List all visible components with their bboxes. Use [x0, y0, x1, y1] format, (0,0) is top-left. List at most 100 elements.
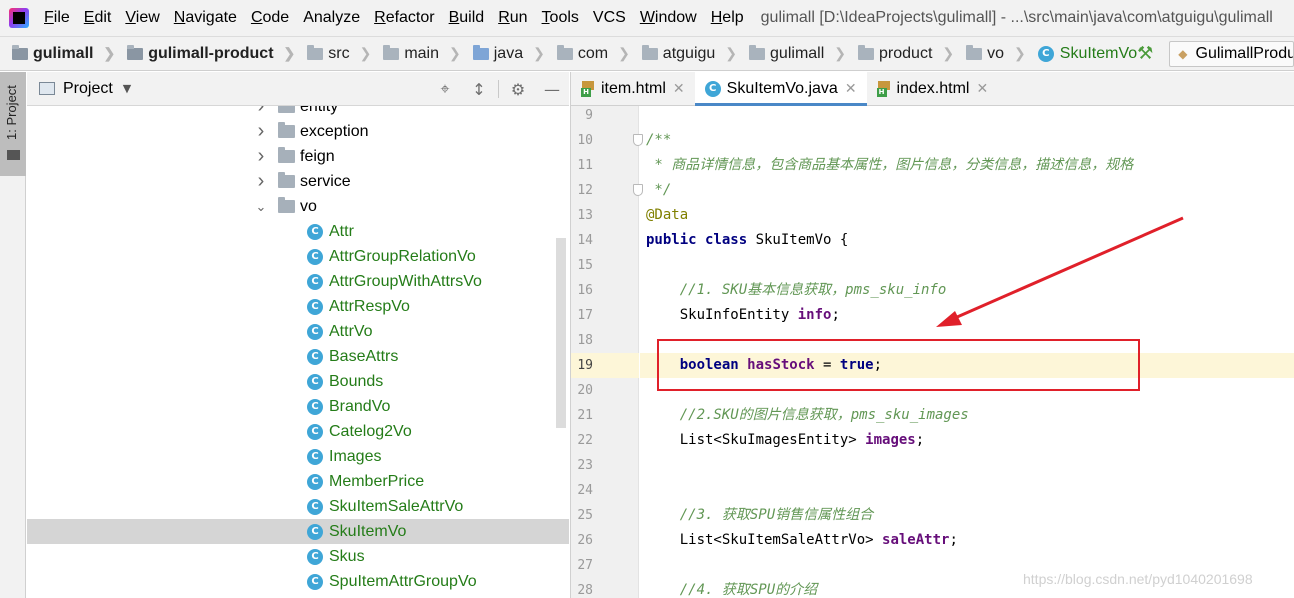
code-token: ;	[949, 532, 958, 548]
code-token: info	[797, 307, 832, 323]
close-icon[interactable]: ✕	[845, 80, 857, 97]
tree-item-label: BaseAttrs	[329, 347, 399, 365]
breadcrumb-item[interactable]: src ❯	[295, 44, 371, 63]
tree-class-item[interactable]: C Skus	[27, 544, 569, 569]
chevron-right-icon[interactable]: ›	[254, 170, 268, 193]
line-number: 16	[577, 283, 593, 298]
code-token: *	[646, 157, 672, 173]
chevron-right-icon[interactable]: ›	[254, 106, 268, 118]
folder-icon	[858, 44, 875, 60]
breadcrumb-item[interactable]: main ❯	[371, 44, 461, 63]
tree-class-item[interactable]: C AttrRespVo	[27, 294, 569, 319]
menu-item[interactable]: Edit	[77, 9, 119, 27]
folder-icon	[966, 44, 983, 60]
tree-class-item[interactable]: C BrandVo	[27, 394, 569, 419]
package-folder-icon	[278, 172, 295, 188]
menu-item[interactable]: Tools	[535, 9, 586, 27]
breadcrumb-item[interactable]: vo ❯	[954, 44, 1026, 63]
tree-folder-item[interactable]: › service	[27, 169, 569, 194]
menu-item[interactable]: Refactor	[367, 9, 441, 27]
breadcrumb-item[interactable]: gulimall ❯	[0, 44, 115, 63]
folder-icon	[749, 44, 766, 60]
menu-item[interactable]: Analyze	[296, 9, 367, 27]
editor-tab[interactable]: C SkuItemVo.java ✕	[694, 72, 867, 106]
tree-folder-item[interactable]: › exception	[27, 119, 569, 144]
code-token: ;	[831, 307, 840, 323]
package-folder-icon	[278, 122, 295, 138]
tree-class-item[interactable]: C BaseAttrs	[27, 344, 569, 369]
hide-panel-icon[interactable]: —	[535, 80, 569, 99]
editor-tab[interactable]: index.html ✕	[867, 72, 999, 105]
tree-scrollbar[interactable]	[556, 238, 566, 428]
chevron-down-icon[interactable]: ⌄	[254, 199, 268, 215]
chevron-right-icon[interactable]: ›	[254, 145, 268, 168]
run-configuration-selector[interactable]: ◆ GulimallProductApplication	[1169, 40, 1294, 67]
tree-class-item[interactable]: C Catelog2Vo	[27, 419, 569, 444]
chevron-right-icon[interactable]: ›	[254, 120, 268, 143]
tree-folder-item[interactable]: › feign	[27, 144, 569, 169]
code-token: @Data	[646, 207, 689, 223]
line-number-gutter: 9 10 11 12 13 14 15 16 17 18 19 20 21 22 23 24 25 26 27 28	[571, 106, 643, 598]
gear-icon[interactable]: ⚙	[501, 80, 535, 99]
menu-item[interactable]: Run	[491, 9, 534, 27]
code-line: //1. SKU基本信息获取，pms_sku_info	[646, 278, 947, 303]
line-number: 23	[577, 458, 593, 473]
breadcrumb-item[interactable]: com ❯	[545, 44, 630, 63]
left-tool-stripe: 1: Project	[0, 72, 26, 598]
tree-folder-item[interactable]: › entity	[27, 106, 569, 119]
project-tool-window-button[interactable]: 1: Project	[0, 72, 26, 176]
breadcrumb-item[interactable]: gulimall ❯	[737, 44, 846, 63]
tab-label: SkuItemVo.java	[726, 79, 838, 97]
breadcrumb-item[interactable]: C SkuItemVo	[1026, 45, 1137, 63]
tree-class-item[interactable]: C SpuItemAttrGroupVo	[27, 569, 569, 594]
close-icon[interactable]: ✕	[673, 80, 685, 97]
class-icon: C	[307, 498, 323, 515]
breadcrumb-item[interactable]: java ❯	[461, 44, 545, 63]
tree-class-item[interactable]: C AttrVo	[27, 319, 569, 344]
breadcrumb-label: src	[328, 44, 350, 62]
tree-class-item[interactable]: C SkuItemVo	[27, 519, 569, 544]
menu-item[interactable]: View	[118, 9, 166, 27]
editor-tab[interactable]: item.html ✕	[571, 72, 695, 105]
tree-item-label: feign	[300, 147, 335, 165]
menu-item[interactable]: Build	[442, 9, 492, 27]
line-number: 19	[577, 358, 593, 373]
tree-class-item[interactable]: C SkuItemSaleAttrVo	[27, 494, 569, 519]
tree-class-item[interactable]: C AttrGroupWithAttrsVo	[27, 269, 569, 294]
tree-class-item[interactable]: C Bounds	[27, 369, 569, 394]
tree-class-item[interactable]: C AttrGroupRelationVo	[27, 244, 569, 269]
class-icon: C	[307, 523, 323, 540]
tree-class-item[interactable]: C Images	[27, 444, 569, 469]
menu-item[interactable]: Window	[633, 9, 704, 27]
locate-target-icon[interactable]: ⌖	[428, 79, 462, 99]
project-view-selector[interactable]: Project	[63, 80, 113, 98]
close-icon[interactable]: ✕	[976, 80, 988, 97]
menu-item[interactable]: VCS	[586, 9, 633, 27]
tree-folder-item[interactable]: ⌄ vo	[27, 194, 569, 219]
build-hammer-icon[interactable]: ⚒	[1137, 43, 1153, 64]
menu-item[interactable]: Code	[244, 9, 296, 27]
collapse-all-icon[interactable]: ↕	[462, 80, 496, 99]
menu-item[interactable]: Navigate	[167, 9, 244, 27]
breadcrumb-separator-icon: ❯	[449, 45, 461, 61]
menu-item[interactable]: File	[37, 9, 77, 27]
line-number: 13	[577, 208, 593, 223]
project-panel-header: Project ▼ ⌖ ↕ ⚙ —	[27, 72, 569, 106]
tab-label: index.html	[896, 79, 970, 97]
breadcrumb-item[interactable]: atguigu ❯	[630, 44, 737, 63]
project-folder-icon	[7, 150, 20, 160]
line-number: 24	[577, 483, 593, 498]
module-folder-icon	[127, 44, 144, 60]
tree-class-item[interactable]: C Attr	[27, 219, 569, 244]
breadcrumb-item[interactable]: product ❯	[846, 44, 954, 63]
html-file-icon	[581, 80, 595, 97]
code-token: List<SkuItemSaleAttrVo>	[646, 532, 883, 548]
breadcrumb-item[interactable]: gulimall-product ❯	[115, 44, 295, 63]
tree-class-item[interactable]: C MemberPrice	[27, 469, 569, 494]
tree-item-label: entity	[300, 106, 339, 115]
code-line: List<SkuImagesEntity> images;	[646, 428, 924, 453]
package-folder-icon	[278, 106, 295, 113]
chevron-down-icon[interactable]: ▼	[123, 82, 131, 95]
code-token: */	[646, 182, 672, 198]
menu-item[interactable]: Help	[704, 9, 751, 27]
